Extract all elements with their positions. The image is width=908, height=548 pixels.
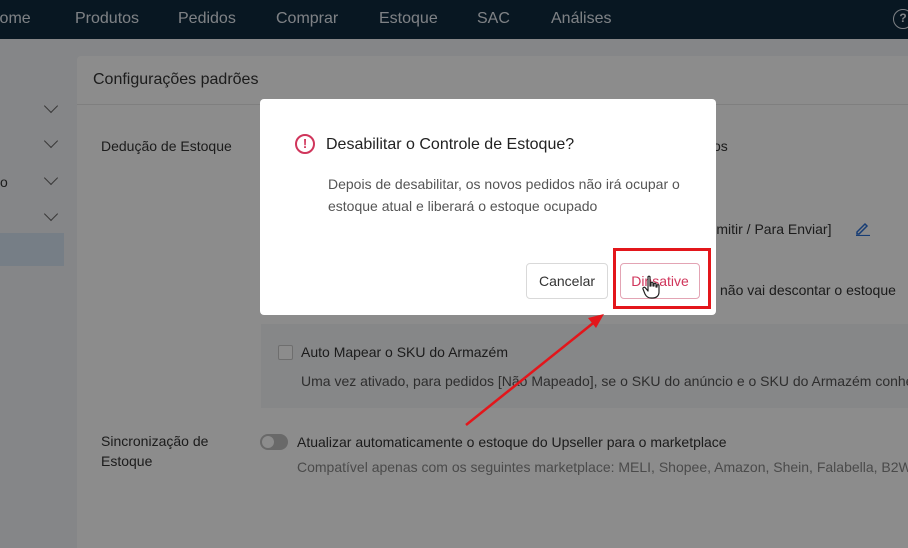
arrow-icon (465, 314, 604, 426)
